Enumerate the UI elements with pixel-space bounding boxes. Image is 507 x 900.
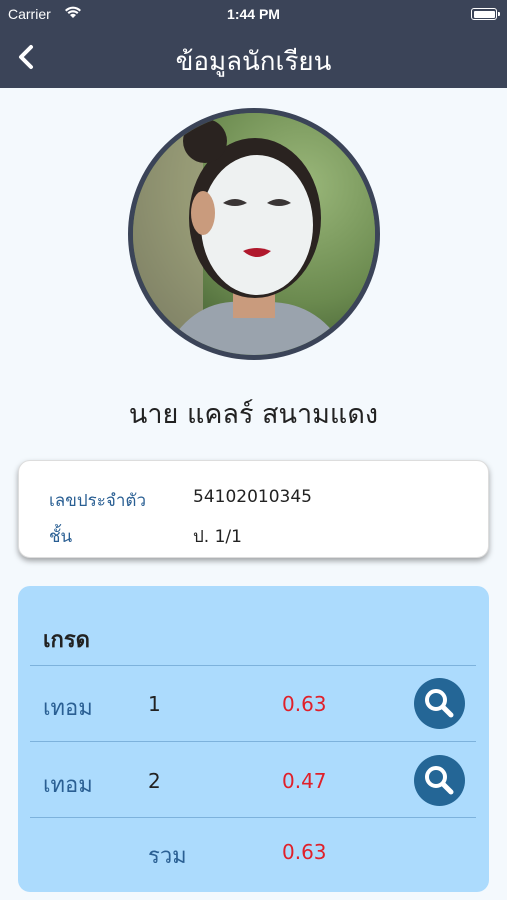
term-label: เทอม: [43, 696, 93, 721]
divider: [30, 741, 476, 742]
grade-title: เกรด: [43, 628, 90, 653]
status-time: 1:44 PM: [227, 6, 280, 22]
page-title: ข้อมูลนักเรียน: [175, 47, 332, 77]
term-label: เทอม: [43, 773, 93, 798]
nav-bar: ข้อมูลนักเรียน: [0, 28, 507, 88]
term-number: 1: [148, 692, 161, 716]
term-gpa: 0.47: [282, 769, 327, 793]
student-id-value: 54102010345: [193, 487, 312, 507]
term-number: 2: [148, 769, 161, 793]
term-gpa: 0.63: [282, 692, 327, 716]
status-bar: Carrier 1:44 PM: [0, 0, 507, 28]
total-label: รวม: [148, 844, 187, 869]
grade-card: เกรด เทอม 1 0.63 เทอม 2 0.47 รวม 0.63: [18, 586, 489, 892]
student-name: นาย แคลร์ สนามแดง: [128, 399, 379, 430]
search-icon: [425, 766, 454, 795]
student-info-card: เลขประจำตัว 54102010345 ชั้น ป. 1/1: [18, 460, 489, 558]
search-icon: [425, 689, 454, 718]
student-avatar: [128, 108, 380, 360]
divider: [30, 665, 476, 666]
term-1-detail-button[interactable]: [414, 678, 465, 729]
class-value: ป. 1/1: [193, 527, 242, 547]
divider: [30, 817, 476, 818]
total-gpa: 0.63: [282, 840, 327, 864]
battery-icon: [471, 8, 500, 20]
class-label: ชั้น: [49, 527, 73, 547]
term-2-detail-button[interactable]: [414, 755, 465, 806]
student-id-label: เลขประจำตัว: [49, 491, 146, 511]
